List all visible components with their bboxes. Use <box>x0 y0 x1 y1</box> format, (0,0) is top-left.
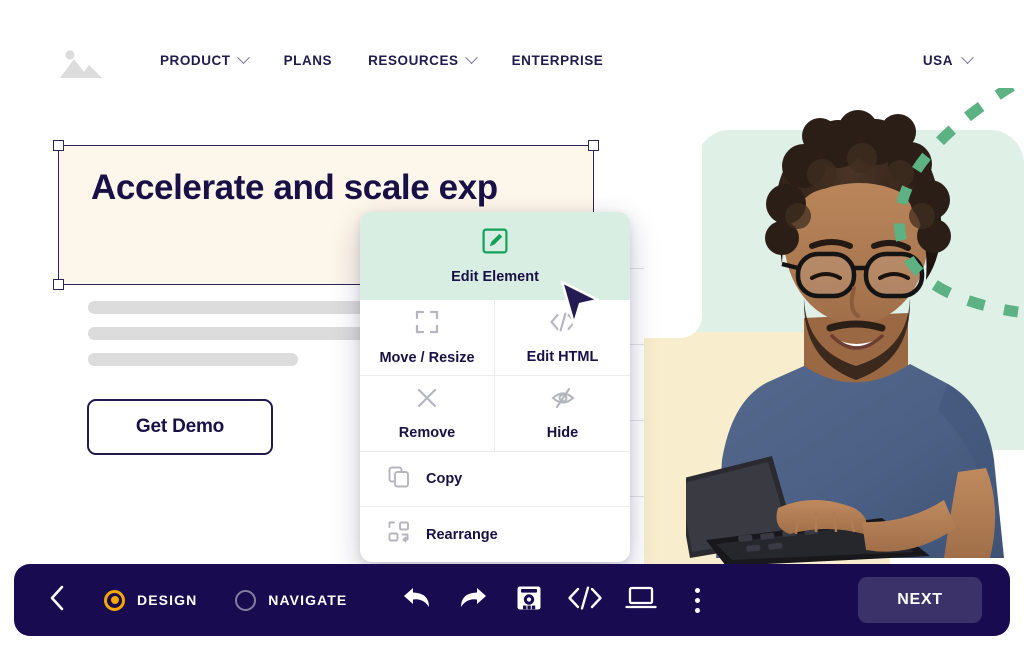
close-x-icon <box>416 387 438 414</box>
context-menu-item-edit-html[interactable]: Edit HTML <box>495 300 630 376</box>
element-context-menu: Edit Element Move / Resize Edit HTML Rem… <box>360 212 630 562</box>
mode-toggle-design[interactable]: DESIGN <box>104 589 198 611</box>
kebab-menu-icon <box>694 585 700 615</box>
move-resize-icon <box>415 310 439 339</box>
mode-label: NAVIGATE <box>268 592 348 608</box>
resize-handle-top-right[interactable] <box>588 140 599 151</box>
context-menu-item-hide[interactable]: Hide <box>495 376 630 452</box>
mode-toggle-navigate[interactable]: NAVIGATE <box>235 589 348 611</box>
more-options-button[interactable] <box>669 575 725 625</box>
context-menu-item-copy[interactable]: Copy <box>360 452 630 507</box>
nav-item-label: ENTERPRISE <box>511 53 604 68</box>
code-icon <box>567 585 603 616</box>
nav-item-label: PLANS <box>283 53 333 68</box>
resize-handle-bottom-left[interactable] <box>53 279 64 290</box>
view-code-button[interactable] <box>557 575 613 625</box>
rearrange-icon <box>388 521 410 548</box>
next-button[interactable]: NEXT <box>858 577 982 623</box>
device-preview-button[interactable] <box>613 575 669 625</box>
context-menu-item-label: Edit HTML <box>526 348 599 365</box>
locale-label: USA <box>922 53 953 68</box>
context-menu-item-label: Copy <box>426 471 463 487</box>
copy-icon <box>388 466 410 493</box>
nav-item-enterprise[interactable]: ENTERPRISE <box>512 53 604 68</box>
editor-canvas: PRODUCT PLANS RESOURCES ENTERPRISE USA A… <box>0 0 1024 649</box>
placeholder-text-bar <box>88 353 298 366</box>
nav-item-label: RESOURCES <box>368 53 459 68</box>
next-label: NEXT <box>897 591 943 608</box>
context-menu-item-label: Move / Resize <box>379 349 475 366</box>
context-menu-item-label: Remove <box>398 424 456 441</box>
get-demo-label: Get Demo <box>135 416 225 437</box>
nav-item-product[interactable]: PRODUCT <box>160 51 250 68</box>
image-placeholder-icon <box>56 46 106 82</box>
hero-visual <box>628 88 1024 566</box>
page-title: Accelerate and scale exp <box>91 168 498 207</box>
primary-nav: PRODUCT PLANS RESOURCES ENTERPRISE <box>160 51 604 68</box>
save-button[interactable] <box>501 575 557 625</box>
radio-selected-icon <box>104 589 125 611</box>
undo-button[interactable] <box>389 575 445 625</box>
redo-icon <box>458 585 488 616</box>
toolbar-actions <box>389 575 725 625</box>
pencil-square-icon <box>482 228 508 259</box>
chevron-down-icon <box>464 51 478 65</box>
context-menu-item-remove[interactable]: Remove <box>360 376 495 452</box>
mode-label: DESIGN <box>137 592 198 608</box>
code-icon <box>549 311 577 338</box>
context-menu-item-label: Rearrange <box>426 526 498 543</box>
context-menu-item-label: Hide <box>546 424 579 441</box>
redo-button[interactable] <box>445 575 501 625</box>
chevron-left-icon <box>47 584 67 617</box>
context-menu-item-rearrange[interactable]: Rearrange <box>360 507 630 562</box>
green-dashed-arc <box>886 88 1024 325</box>
context-menu-item-label: Edit Element <box>451 268 539 285</box>
chevron-down-icon <box>236 51 250 65</box>
locale-selector[interactable]: USA <box>922 51 974 68</box>
get-demo-button[interactable]: Get Demo <box>87 399 273 455</box>
nav-item-resources[interactable]: RESOURCES <box>368 51 478 68</box>
context-menu-item-edit-element[interactable]: Edit Element <box>360 212 630 300</box>
radio-unselected-icon <box>235 589 257 611</box>
eye-slash-icon <box>550 387 576 414</box>
context-menu-grid: Move / Resize Edit HTML Remove Hide <box>360 300 630 452</box>
nav-item-label: PRODUCT <box>160 53 231 68</box>
chevron-down-icon <box>961 51 974 65</box>
context-menu-item-move-resize[interactable]: Move / Resize <box>360 300 495 376</box>
desktop-icon <box>625 585 657 616</box>
save-icon <box>516 585 542 616</box>
back-button[interactable] <box>40 583 74 617</box>
canvas-edge-strip <box>628 268 644 566</box>
nav-item-plans[interactable]: PLANS <box>284 53 333 68</box>
resize-handle-top-left[interactable] <box>53 140 64 151</box>
editor-toolbar: DESIGN NAVIGATE NEXT <box>14 564 1010 636</box>
undo-icon <box>402 585 432 616</box>
